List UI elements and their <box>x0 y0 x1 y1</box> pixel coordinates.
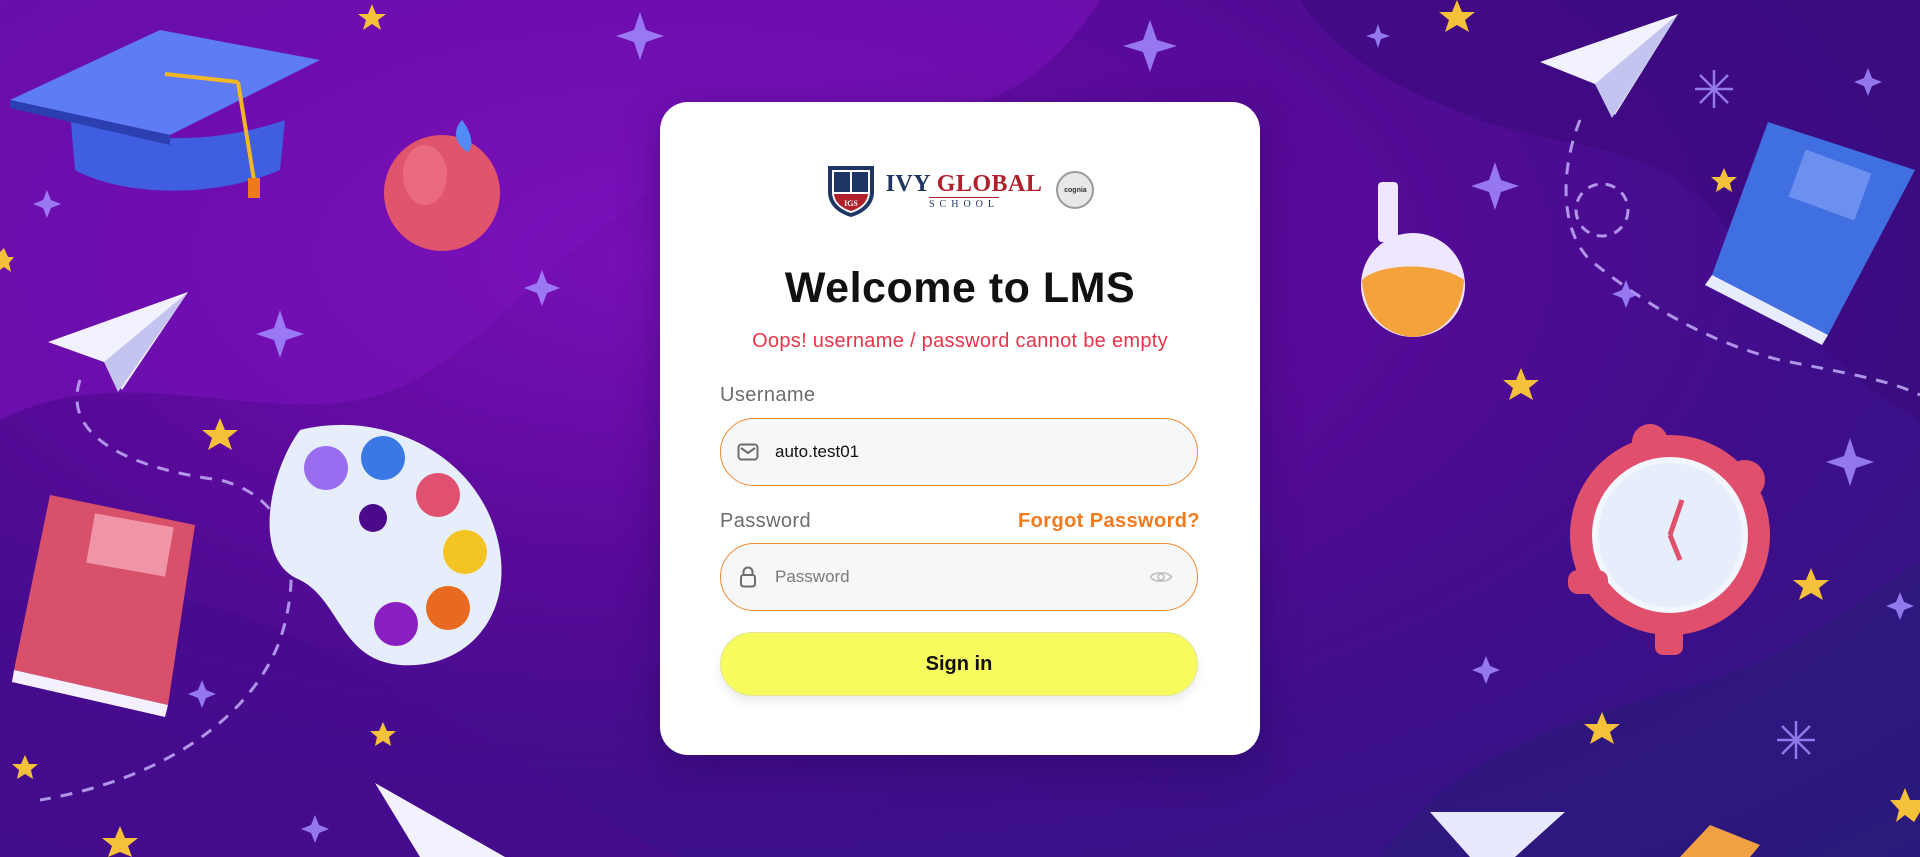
username-field-wrapper <box>720 418 1198 486</box>
accreditation-badge: cognia <box>1056 171 1095 209</box>
forgot-password-link[interactable]: Forgot Password? <box>1018 510 1200 533</box>
password-field-wrapper <box>720 543 1198 611</box>
envelope-icon <box>735 439 761 465</box>
eye-icon[interactable] <box>1147 563 1175 591</box>
username-input[interactable] <box>773 418 1197 486</box>
school-crest-icon: IGS <box>827 166 874 217</box>
password-label: Password <box>720 510 812 532</box>
paint-palette-icon <box>269 424 502 666</box>
svg-text:IGS: IGS <box>844 199 858 208</box>
sign-in-button[interactable]: Sign in <box>720 632 1198 696</box>
logo-name-ivy: IVY <box>885 170 937 197</box>
username-label: Username <box>720 384 816 406</box>
book-icon <box>12 495 195 717</box>
school-logo: IGS IVY GLOBAL SCHOOL cognia <box>660 160 1260 220</box>
login-card: IGS IVY GLOBAL SCHOOL cognia Welcome to … <box>660 102 1260 755</box>
flask-icon <box>1361 182 1465 337</box>
error-message: Oops! username / password cannot be empt… <box>752 330 1168 352</box>
alarm-clock-icon <box>1568 424 1770 655</box>
page-title: Welcome to LMS <box>784 264 1136 312</box>
lock-icon <box>735 564 761 590</box>
password-input[interactable] <box>773 543 1147 611</box>
logo-subtitle: SCHOOL <box>928 196 999 210</box>
logo-name-global: GLOBAL <box>936 170 1043 197</box>
